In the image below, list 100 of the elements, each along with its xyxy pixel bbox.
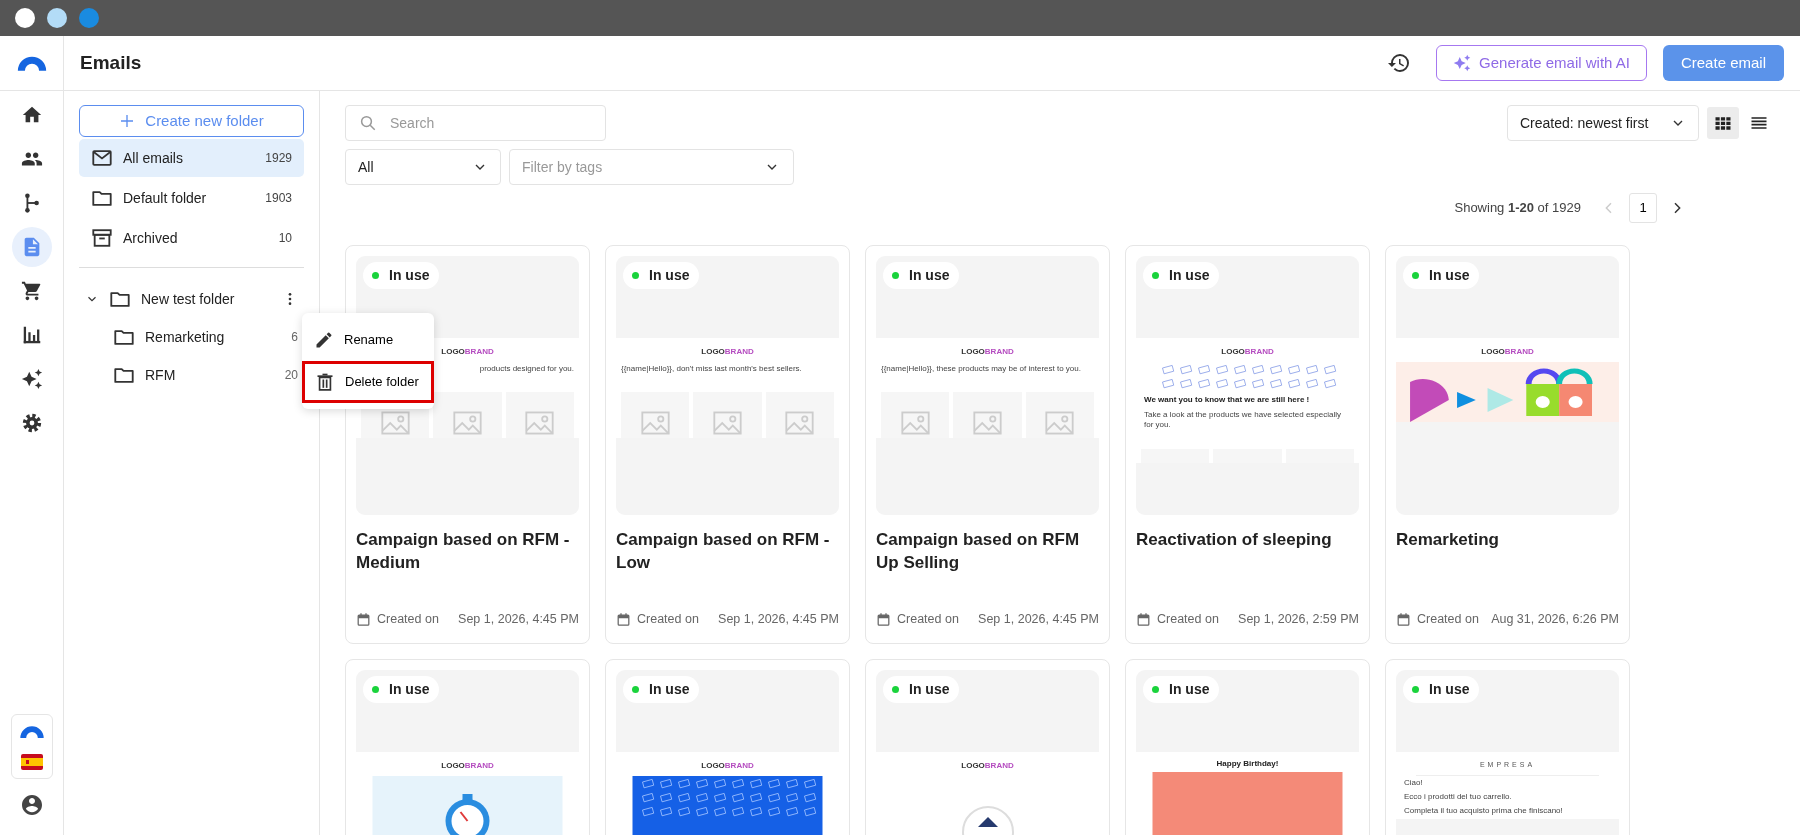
- calendar-icon: [1396, 612, 1411, 628]
- image-placeholder-icon: [900, 411, 930, 436]
- created-label: Created on: [637, 611, 699, 629]
- round-emblem-drawing: [961, 806, 1014, 835]
- created-date: Sep 1, 2026, 2:59 PM: [1238, 611, 1359, 629]
- settings-icon: [20, 412, 43, 434]
- search-field[interactable]: Search: [345, 105, 606, 141]
- page-title: Emails: [80, 51, 142, 75]
- folder-item[interactable]: All emails 1929: [79, 139, 304, 177]
- email-card[interactable]: In use LOGOBRAND {{name|Hello}}, don't miss last month's best sellers. Campaign based on RFM - Low Created on Sep 1, 2026, 4:45 PM: [605, 245, 850, 644]
- email-title: Campaign based on RFM - Low: [616, 529, 831, 574]
- folder-count: 20: [284, 367, 298, 384]
- logo-icon: [17, 723, 46, 740]
- folder-count: 6: [291, 329, 298, 346]
- history-icon: [1387, 51, 1412, 75]
- folder-name: Archived: [123, 228, 178, 248]
- tags-field[interactable]: Filter by tags: [509, 149, 794, 185]
- email-title: Reactivation of sleeping: [1136, 529, 1333, 551]
- brand-logo: LOGOBRAND: [960, 346, 1015, 358]
- created-date: Sep 1, 2026, 4:45 PM: [978, 611, 1099, 629]
- image-placeholder-icon: [525, 411, 555, 436]
- brand-logo: LOGOBRAND: [700, 760, 755, 772]
- image-placeholder-icon: [785, 411, 815, 436]
- status-badge: In use: [1143, 676, 1220, 703]
- email-card[interactable]: In use LOGOBRAND: [605, 659, 850, 835]
- email-card[interactable]: In use LOGOBRAND We want you to know that we are still here ! Take a look at the products we have selected especially for you. Reactivation of sleeping Created on Sep 1, 2026, 2:59 PM: [1125, 245, 1370, 644]
- email-card[interactable]: In use LOGOBRAND Remarketing Created on Aug 31, 2026, 6:26 PM: [1385, 245, 1630, 644]
- brand-logo: LOGOBRAND: [440, 346, 495, 358]
- preview-heading: Happy Birthday!: [1215, 758, 1280, 770]
- status-badge: In use: [1403, 262, 1480, 289]
- created-label: Created on: [377, 611, 439, 629]
- image-placeholder-icon: [640, 411, 670, 436]
- search-icon: [359, 114, 377, 132]
- archive-icon: [91, 227, 113, 249]
- folder-name[interactable]: New test folder: [141, 288, 235, 310]
- brand-logo: LOGOBRAND: [960, 760, 1015, 772]
- preview-heading: We want you to know that we are still here !: [1143, 394, 1311, 406]
- brand-logo: LOGOBRAND: [1220, 346, 1275, 358]
- email-title: Campaign based on RFM Up Selling: [876, 529, 1081, 574]
- folder-count: 10: [278, 230, 292, 247]
- folder-name[interactable]: Remarketing: [145, 326, 225, 348]
- email-card[interactable]: In use LOGOBRAND {{name|Hello}}, these products may be of interest to you. Campaign based on RFM Up Selling Created on Sep 1, 2026, 4:45 PM: [865, 245, 1110, 644]
- window-control[interactable]: [47, 8, 67, 28]
- preview-text: Ciao!: [1403, 776, 1424, 789]
- preview-text: Completa il tuo acquisto prima che finiscano!: [1403, 805, 1564, 818]
- user-icon: [19, 793, 44, 817]
- cart-icon: [20, 280, 43, 302]
- trash-icon: [315, 372, 335, 392]
- menu-item[interactable]: Delete folder: [302, 361, 434, 403]
- created-label: Created on: [897, 611, 959, 629]
- created-date: Sep 1, 2026, 4:45 PM: [718, 611, 839, 629]
- page-number-button[interactable]: 1: [1629, 193, 1657, 223]
- created-date: Aug 31, 2026, 6:26 PM: [1491, 611, 1619, 629]
- preview-text: {{name|Hello}}, don't miss last month's best sellers.: [620, 363, 803, 375]
- calendar-icon: [876, 612, 891, 628]
- folder-name: All emails: [123, 148, 183, 168]
- folder-item[interactable]: Default folder 1903: [79, 179, 304, 217]
- flag-icon[interactable]: [20, 754, 43, 770]
- sparkles-icon: [1453, 54, 1472, 72]
- preview-text: {{name|Hello}}, these products may be of interest to you.: [880, 363, 1082, 375]
- folder-count: 1903: [265, 190, 292, 207]
- brand-logo: LOGOBRAND: [1480, 346, 1535, 358]
- image-placeholder-icon: [973, 411, 1002, 436]
- pencil-icon: [314, 330, 334, 350]
- view-toggle-button[interactable]: [1707, 107, 1739, 139]
- status-badge: In use: [623, 676, 700, 703]
- brand-logo: LOGOBRAND: [440, 760, 495, 772]
- calendar-icon: [616, 612, 631, 628]
- email-card[interactable]: In use LOGOBRAND: [345, 659, 590, 835]
- results-summary: Showing 1-20 of 1929: [1454, 199, 1581, 218]
- status-badge: In use: [363, 676, 440, 703]
- preview-text: products designed for you.: [478, 363, 575, 375]
- status-badge: In use: [1143, 262, 1220, 289]
- mail-icon: [91, 147, 113, 169]
- image-placeholder-icon: [380, 411, 410, 436]
- email-card[interactable]: In use LOGOBRAND: [865, 659, 1110, 835]
- email-title: Remarketing: [1396, 529, 1500, 551]
- preview-text: Take a look at the products we have selected especially for you.: [1143, 409, 1342, 432]
- calendar-icon: [1136, 612, 1151, 628]
- folder-name[interactable]: RFM: [145, 364, 176, 386]
- image-placeholder-icon: [713, 411, 742, 436]
- calendar-icon: [356, 612, 371, 628]
- generate-ai-button[interactable]: Generate email with AI: [1436, 45, 1647, 81]
- email-title: Campaign based on RFM - Medium: [356, 529, 571, 574]
- folder-count: 1929: [265, 150, 292, 167]
- email-card[interactable]: In use Happy Birthday!: [1125, 659, 1370, 835]
- sort-dropdown[interactable]: Created: newest first: [1507, 105, 1699, 141]
- sparkles-icon: [20, 368, 43, 390]
- window-control[interactable]: [15, 8, 35, 28]
- created-label: Created on: [1157, 611, 1219, 629]
- created-label: Created on: [1417, 611, 1479, 629]
- folder-name: Default folder: [123, 188, 207, 208]
- status-dropdown[interactable]: All: [345, 149, 501, 185]
- folder-item[interactable]: Archived 10: [79, 219, 304, 257]
- brand-logo: LOGOBRAND: [700, 346, 755, 358]
- created-date: Sep 1, 2026, 4:45 PM: [458, 611, 579, 629]
- plus-icon: [119, 113, 136, 129]
- image-placeholder-icon: [453, 411, 482, 436]
- image-placeholder-icon: [1045, 411, 1075, 436]
- status-badge: In use: [883, 262, 960, 289]
